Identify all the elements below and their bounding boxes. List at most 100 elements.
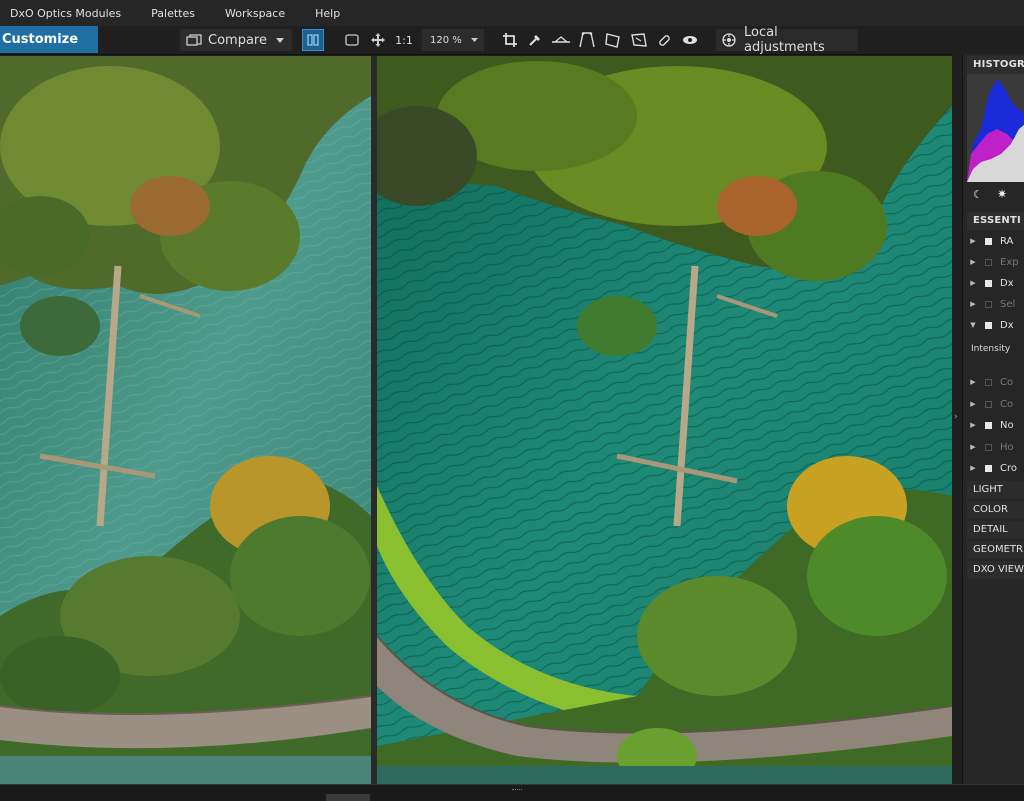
perspective-button[interactable] (576, 29, 598, 51)
fit-icon (345, 34, 359, 46)
palette-row[interactable]: ▶ Ho (967, 437, 1024, 457)
palette-row[interactable]: ▶ Sel (967, 294, 1024, 314)
palette-row[interactable]: ▶ Cro (967, 458, 1024, 478)
filmstrip-bar (0, 784, 1024, 801)
repair-button[interactable] (654, 29, 674, 51)
original-image-view[interactable] (0, 56, 371, 784)
section-color[interactable]: COLOR (967, 501, 1024, 519)
chevron-right-icon: ▶ (970, 237, 976, 245)
zoom-value: 120 % (430, 34, 462, 46)
palette-row[interactable]: ▶ Co (967, 394, 1024, 414)
settings-panel: HISTOGRA ☾ ✷ ESSENTI ▶ RA ▶ Exp ▶ Dx ▶ Sel ▼… (962, 54, 1024, 784)
section-geometry[interactable]: GEOMETR (967, 541, 1024, 559)
one-to-one-label: 1:1 (395, 33, 413, 47)
local-adjustments-button[interactable]: Local adjustments (716, 25, 858, 55)
panel-collapse-handle[interactable]: › (952, 54, 962, 784)
chevron-right-icon: ▶ (970, 378, 976, 386)
one-to-one-button[interactable]: 1:1 (392, 29, 416, 51)
enable-checkbox[interactable] (985, 300, 992, 308)
chevron-right-icon: ▶ (970, 258, 976, 266)
zoom-select[interactable]: 120 % (422, 29, 484, 51)
intensity-label: Intensity (971, 344, 1011, 354)
enable-checkbox[interactable] (985, 321, 992, 329)
reshape-button[interactable] (628, 29, 650, 51)
palette-row[interactable]: ▶ Co (967, 372, 1024, 392)
enable-checkbox[interactable] (985, 237, 992, 245)
chevron-right-icon: ▶ (970, 400, 976, 408)
chevron-right-icon: ▶ (970, 464, 976, 472)
menu-palettes[interactable]: Palettes (141, 7, 195, 20)
palette-label: Co (1000, 398, 1014, 410)
white-balance-picker-icon (528, 33, 542, 47)
compare-icon (186, 34, 202, 46)
enable-checkbox[interactable] (985, 421, 992, 429)
palette-label: Dx (1000, 277, 1014, 289)
essentials-header[interactable]: ESSENTI (967, 212, 1024, 230)
red-eye-icon (682, 35, 698, 45)
palette-label: Exp (1000, 256, 1019, 268)
enable-checkbox[interactable] (985, 258, 992, 266)
palette-label: No (1000, 419, 1014, 431)
chevron-right-icon: ▶ (970, 279, 976, 287)
palette-label: Co (1000, 376, 1014, 388)
palette-row[interactable]: ▶ Exp (967, 252, 1024, 272)
enable-checkbox[interactable] (985, 443, 992, 451)
enable-checkbox[interactable] (985, 279, 992, 287)
horizon-button[interactable] (549, 29, 573, 51)
histogram-tools: ☾ ✷ (967, 186, 1024, 206)
moon-icon[interactable]: ☾ (973, 188, 983, 201)
local-adjustments-icon (722, 33, 736, 47)
crop-icon (503, 33, 517, 47)
move-button[interactable] (368, 29, 388, 51)
histogram-header[interactable]: HISTOGRA (967, 56, 1024, 74)
repair-icon (657, 33, 671, 47)
compare-button[interactable]: Compare (180, 29, 292, 51)
section-light[interactable]: LIGHT (967, 481, 1024, 499)
chevron-right-icon: ▶ (970, 421, 976, 429)
menu-dxo-optics-modules[interactable]: DxO Optics Modules (0, 7, 121, 20)
perspective-icon (578, 32, 596, 48)
enable-checkbox[interactable] (985, 464, 992, 472)
customize-tab[interactable]: Customize (0, 26, 98, 53)
horizon-icon (551, 34, 571, 46)
crop-button[interactable] (500, 29, 520, 51)
enable-checkbox[interactable] (985, 378, 992, 386)
section-detail[interactable]: DETAIL (967, 521, 1024, 539)
split-view-icon (307, 34, 319, 46)
palette-label: Sel (1000, 298, 1016, 310)
palette-label: Cro (1000, 462, 1017, 474)
chevron-down-icon: ▼ (970, 321, 976, 329)
toolbar: Customize Compare 1:1 120 % Local adjust… (0, 25, 1024, 55)
palette-label: RA (1000, 235, 1014, 247)
menu-workspace[interactable]: Workspace (215, 7, 285, 20)
palette-label: Ho (1000, 441, 1014, 453)
section-dxo-viewpoint[interactable]: DXO VIEW (967, 561, 1024, 579)
resize-grip[interactable] (512, 789, 522, 793)
sun-icon[interactable]: ✷ (997, 187, 1007, 201)
palette-row[interactable]: ▶ No (967, 415, 1024, 435)
corrected-image-view[interactable] (377, 56, 952, 784)
compare-label: Compare (208, 32, 267, 48)
split-view-button[interactable] (302, 29, 324, 51)
chevron-right-icon: ▶ (970, 443, 976, 451)
palette-row[interactable]: ▶ Dx (967, 273, 1024, 293)
customize-label: Customize (2, 32, 79, 47)
volume-deformation-icon (604, 32, 622, 48)
histogram (967, 74, 1024, 182)
local-adjustments-label: Local adjustments (744, 25, 825, 55)
palette-row-expanded[interactable]: ▼ Dx (967, 315, 1024, 335)
volume-deformation-button[interactable] (602, 29, 624, 51)
palette-row[interactable]: ▶ RA (967, 231, 1024, 251)
reshape-icon (630, 32, 648, 48)
chevron-right-icon: ▶ (970, 300, 976, 308)
enable-checkbox[interactable] (985, 400, 992, 408)
red-eye-button[interactable] (680, 29, 700, 51)
move-icon (371, 33, 385, 47)
chevron-down-icon[interactable] (276, 37, 284, 43)
chevron-down-icon (471, 38, 478, 42)
white-balance-picker-button[interactable] (525, 29, 545, 51)
menu-help[interactable]: Help (305, 7, 340, 20)
fit-button[interactable] (342, 29, 362, 51)
palette-label: Dx (1000, 319, 1014, 331)
chevron-right-icon: › (954, 412, 958, 422)
